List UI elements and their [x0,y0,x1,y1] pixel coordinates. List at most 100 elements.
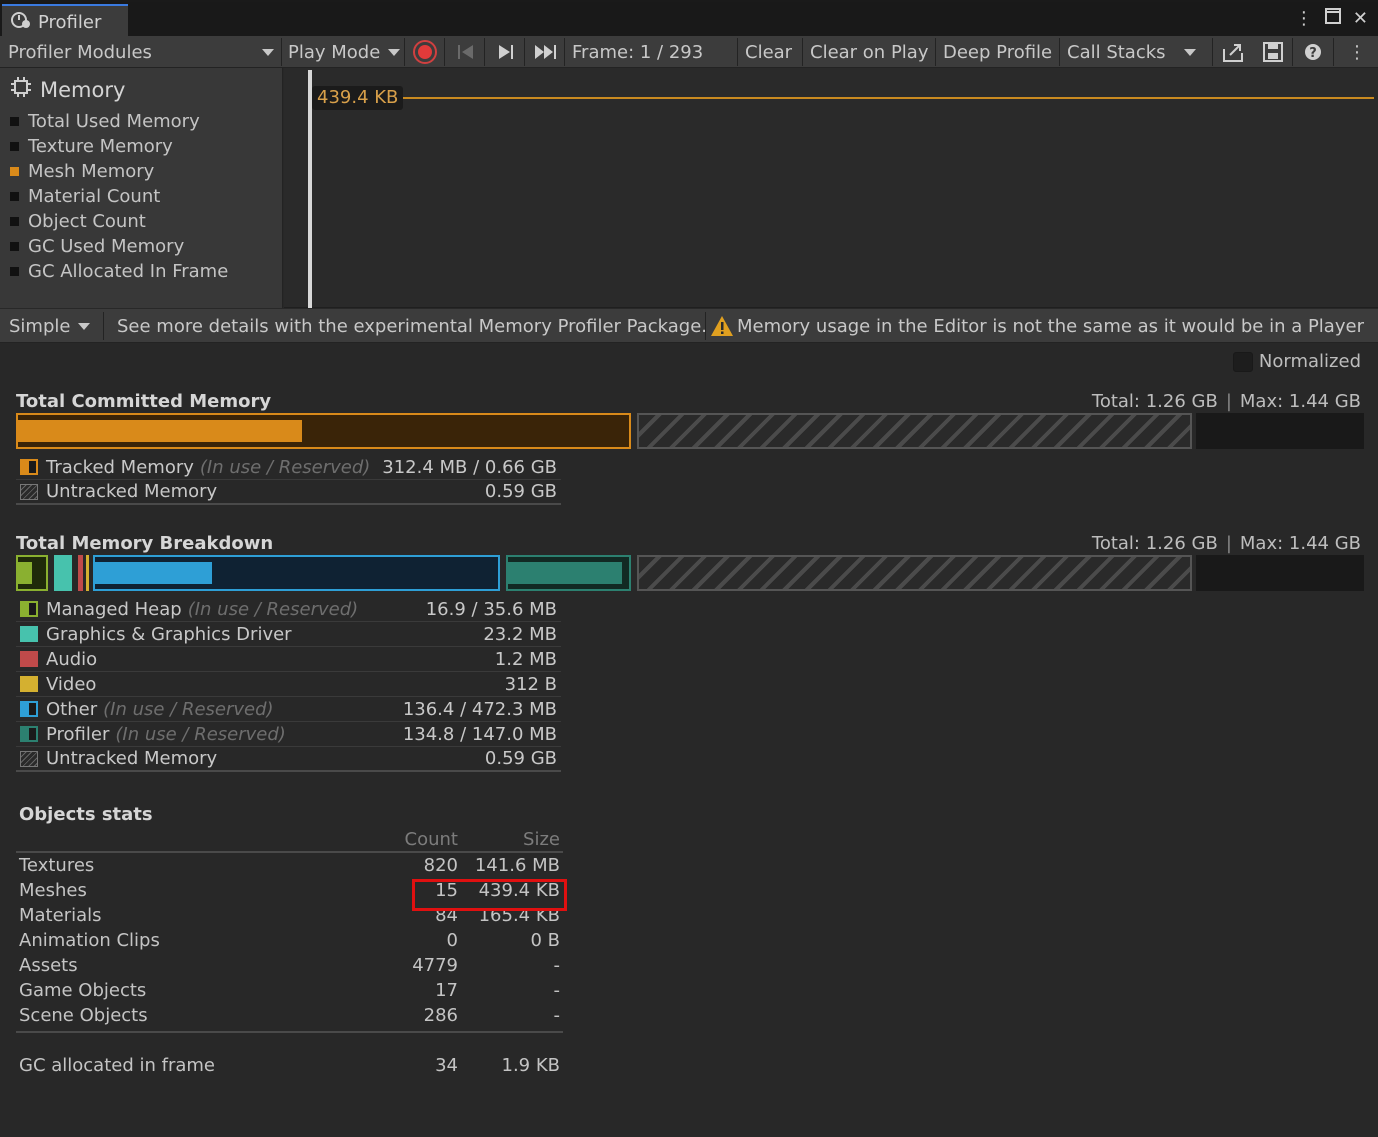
breakdown-total: Total: 1.26 GB [1091,533,1218,554]
legend-row: Managed Heap (In use / Reserved) 16.9 / 35… [16,597,561,622]
profiler-modules-label: Profiler Modules [8,41,152,63]
other-segment[interactable] [93,555,500,591]
first-frame-button[interactable] [456,36,476,68]
call-stacks-dropdown[interactable] [1176,36,1196,68]
graphics-segment[interactable] [54,555,72,591]
stat-name: Animation Clips [19,930,160,951]
counter-color-swatch[interactable] [10,117,19,126]
tracked-memory-bar[interactable] [16,413,631,449]
memory-chart[interactable]: 439.4 KB [284,68,1378,308]
load-button[interactable] [1222,36,1246,68]
chart-value-label: 439.4 KB [312,86,404,110]
legend-row: Untracked Memory 0.59 GB [16,747,561,772]
view-mode-dropdown[interactable]: Simple [9,309,91,343]
module-counter-item[interactable]: GC Allocated In Frame [10,259,228,284]
legend-swatch [20,483,38,500]
stat-name: Assets [19,955,78,976]
help-icon: ? [1305,44,1321,61]
legend-row: Tracked Memory (In use / Reserved) 312.4 M… [16,455,561,480]
save-button[interactable] [1262,36,1284,68]
record-icon [413,40,437,64]
managed-heap-segment[interactable] [16,555,48,591]
normalized-checkbox[interactable] [1232,351,1253,372]
maximize-icon[interactable] [1324,8,1341,29]
table-row: Animation Clips 0 0 B [16,928,563,953]
details-bar: Simple See more details with the experim… [0,309,1378,343]
svg-text:?: ? [1309,46,1317,61]
modules-panel: Memory Total Used Memory Texture Memory Me… [0,68,283,308]
legend-swatch [20,601,38,617]
legend-row: Untracked Memory 0.59 GB [16,480,561,505]
counter-color-swatch[interactable] [10,242,19,251]
legend-value: 0.59 GB [484,481,557,502]
counter-color-swatch[interactable] [10,192,19,201]
legend-value: 312.4 MB / 0.66 GB [382,456,557,478]
untracked-memory-bar[interactable] [637,413,1192,449]
module-counter-item[interactable]: Mesh Memory [10,159,228,184]
clear-button[interactable]: Clear [745,36,792,68]
table-row: Scene Objects 286 - [16,1003,563,1028]
counter-color-swatch[interactable] [10,167,19,176]
play-mode-dropdown[interactable]: Play Mode [288,36,401,68]
counter-color-swatch[interactable] [10,217,19,226]
legend-value: 1.2 MB [494,648,557,670]
memory-module-header[interactable]: Memory [10,76,125,103]
module-counter-item[interactable]: GC Used Memory [10,234,228,259]
legend-label: Video [46,673,97,695]
memory-chip-icon [10,76,32,103]
next-frame-button[interactable] [496,36,516,68]
legend-note: (In use / Reserved) [103,698,274,720]
legend-row: Other (In use / Reserved) 136.4 / 472.3 MB [16,697,561,722]
module-counter-item[interactable]: Material Count [10,184,228,209]
counter-label: GC Used Memory [28,236,185,257]
last-frame-button[interactable] [533,36,559,68]
record-button[interactable] [412,36,438,68]
legend-label: Tracked Memory [46,456,194,478]
chevron-down-icon [388,48,401,56]
normalized-toggle[interactable]: Normalized [1232,351,1361,372]
profiler-modules-dropdown[interactable]: Profiler Modules [8,36,278,68]
legend-swatch [20,701,38,717]
committed-max: Max: 1.44 GB [1239,391,1361,412]
objects-stats-table: Objects stats Count Size Textures 820 141.… [16,804,563,1078]
counter-color-swatch[interactable] [10,267,19,276]
call-stacks-toggle[interactable]: Call Stacks [1067,36,1166,68]
help-button[interactable]: ? [1303,36,1323,68]
deep-profile-toggle[interactable]: Deep Profile [943,36,1052,68]
stat-size: - [553,1005,561,1026]
module-counter-item[interactable]: Total Used Memory [10,109,228,134]
profiler-tab[interactable]: Profiler [2,4,128,38]
audio-segment[interactable] [78,555,83,591]
video-segment[interactable] [86,555,89,591]
table-row: Assets 4779 - [16,953,563,978]
memory-profiler-package-link[interactable]: See more details with the experimental M… [117,309,707,343]
counter-label: Material Count [28,186,161,207]
legend-value: 23.2 MB [483,623,557,645]
counter-color-swatch[interactable] [10,142,19,151]
module-counter-item[interactable]: Object Count [10,209,228,234]
editor-memory-warning: Memory usage in the Editor is not the sa… [710,309,1364,343]
legend-label: Audio [46,648,98,670]
legend-row: Graphics & Graphics Driver 23.2 MB [16,622,561,647]
frame-counter: Frame: 1 / 293 [572,41,704,63]
legend-swatch [20,651,38,667]
objects-stats-header: Count Size [16,825,563,853]
count-header: Count [404,829,458,850]
profiler-segment[interactable] [506,555,631,591]
breakdown-totals: Total: 1.26 GB | Max: 1.44 GB [1091,533,1361,554]
legend-swatch [20,726,38,742]
module-counter-item[interactable]: Texture Memory [10,134,228,159]
stat-name: Materials [19,905,102,926]
title-bar: Profiler ⋮ ✕ [0,0,1378,38]
kebab-menu-icon[interactable]: ⋮ [1295,8,1313,29]
stat-name: Scene Objects [19,1005,148,1026]
toolbar-menu-icon[interactable]: ⋮ [1348,36,1366,68]
save-icon [1263,42,1283,62]
close-icon[interactable]: ✕ [1353,8,1368,29]
committed-totals: Total: 1.26 GB | Max: 1.44 GB [1091,391,1361,412]
tab-title: Profiler [38,11,102,33]
stat-count: 286 [423,1005,458,1026]
step-forward-icon [499,45,513,59]
clear-on-play-toggle[interactable]: Clear on Play [810,36,928,68]
untracked-memory-segment[interactable] [637,555,1192,591]
